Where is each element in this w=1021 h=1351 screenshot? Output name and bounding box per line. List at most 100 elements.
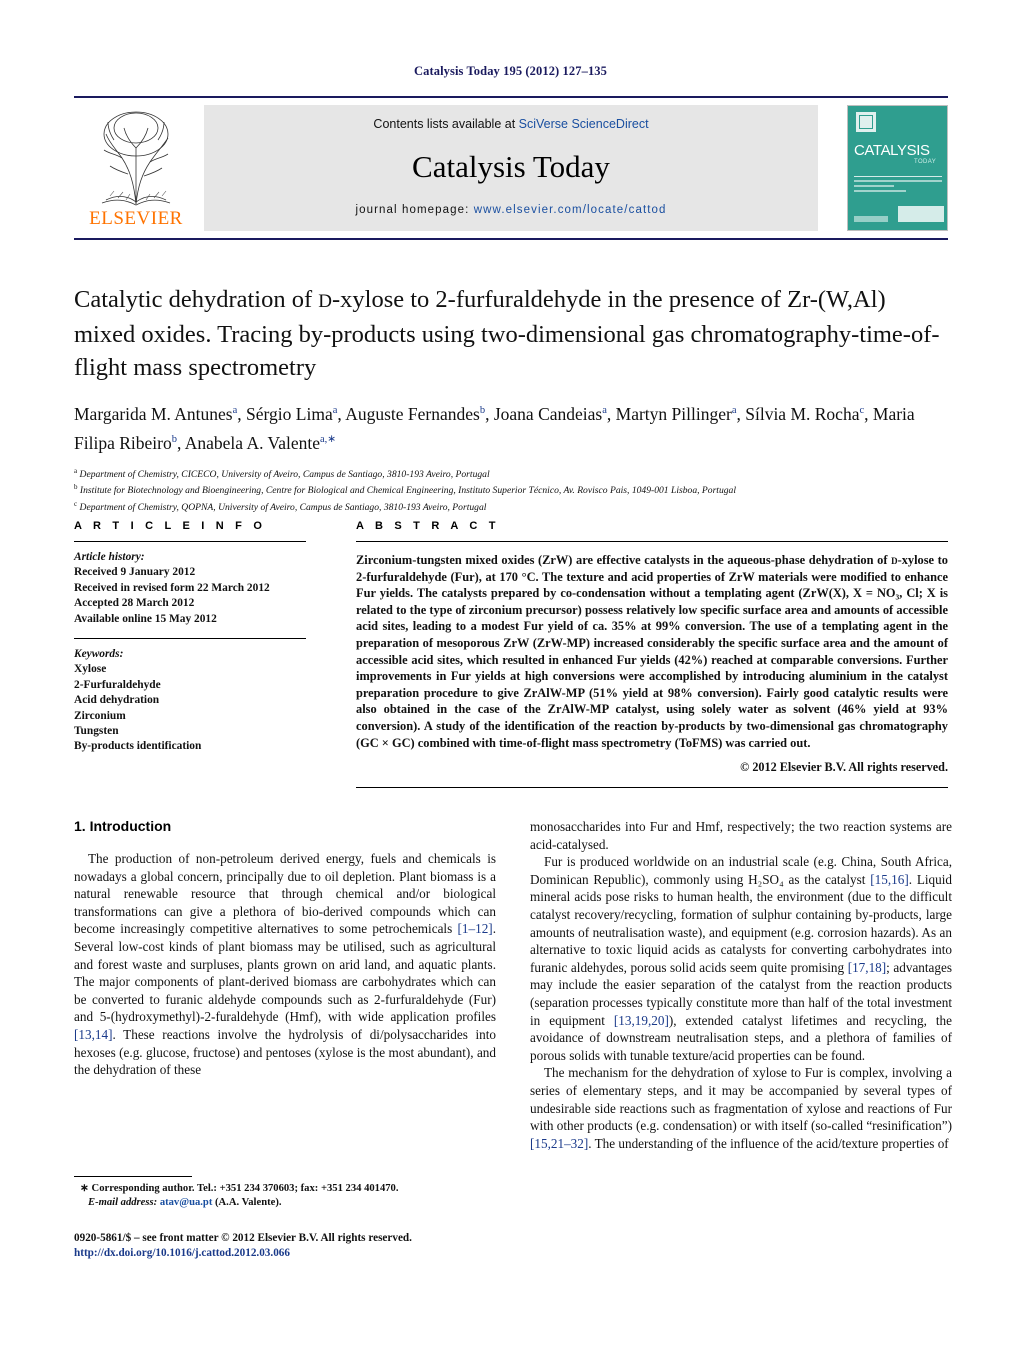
author-name: Martyn Pillinger: [615, 403, 732, 424]
author-name: Sérgio Lima: [246, 403, 333, 424]
abstract-divider: [356, 541, 948, 542]
imprint-block: 0920-5861/$ – see front matter © 2012 El…: [74, 1231, 574, 1260]
author-affil-marker: a,∗: [320, 433, 337, 445]
elsevier-tree-icon: [101, 111, 171, 206]
cover-footer-text: [854, 216, 888, 222]
keyword-list: Keywords: Xylose 2-Furfuraldehyde Acid d…: [74, 647, 306, 755]
affiliation-marker: b: [74, 483, 78, 492]
email-label: E-mail address:: [88, 1197, 158, 1209]
elsevier-logo: ELSEVIER: [76, 104, 196, 232]
journal-masthead: ELSEVIER Contents lists available at Sci…: [74, 96, 948, 240]
homepage-url-link[interactable]: www.elsevier.com/locate/cattod: [474, 204, 667, 216]
author-sep: ,: [736, 403, 741, 424]
cover-text-lines: [854, 180, 942, 195]
keyword-item: Acid dehydration: [74, 694, 160, 707]
affiliation-marker: a: [74, 466, 78, 475]
author-sep: ,: [606, 403, 612, 424]
title-part-1: Catalytic dehydration of: [74, 286, 319, 313]
citation-link[interactable]: [17,18]: [848, 960, 886, 975]
keyword-item: Tungsten: [74, 725, 119, 738]
journal-homepage-line: journal homepage: www.elsevier.com/locat…: [204, 204, 818, 216]
history-item: Available online 15 May 2012: [74, 612, 217, 625]
footnote-block: ∗ Corresponding author. Tel.: +351 234 3…: [74, 1182, 504, 1211]
homepage-prefix: journal homepage:: [355, 204, 474, 216]
author[interactable]: Joana Candeiasa,: [494, 404, 611, 424]
citation-link[interactable]: [1–12]: [458, 921, 493, 936]
footnote-divider: [74, 1176, 192, 1177]
article-info-heading: A R T I C L E I N F O: [74, 520, 267, 532]
history-item: Received in revised form 22 March 2012: [74, 581, 270, 594]
history-item: Accepted 28 March 2012: [74, 597, 195, 610]
author-sep: ,: [485, 403, 490, 424]
author[interactable]: Anabela A. Valentea,∗: [185, 433, 336, 453]
author-name: Anabela A. Valente: [184, 432, 321, 453]
masthead-band: Contents lists available at SciVerse Sci…: [204, 105, 818, 231]
article-history: Article history: Received 9 January 2012…: [74, 550, 306, 627]
title-part-2: -xylose to 2-furfuraldehyde in the prese…: [331, 286, 781, 313]
affiliation-text: Department of Chemistry, CICECO, Univers…: [79, 468, 490, 480]
cover-elsevier-mini-icon: [856, 112, 876, 132]
corresponding-marker: ∗: [80, 1183, 89, 1194]
citation-link[interactable]: [15,16]: [870, 872, 908, 887]
paragraph: The production of non-petroleum derived …: [74, 851, 496, 1078]
author[interactable]: Sérgio Limaa,: [246, 404, 342, 424]
body-column-left: 1. Introduction The production of non-pe…: [74, 818, 496, 1079]
author[interactable]: Martyn Pillingera,: [616, 404, 741, 424]
keyword-item: 2-Furfuraldehyde: [74, 678, 161, 691]
contents-available-line: Contents lists available at SciVerse Sci…: [204, 117, 818, 131]
smallcap-d: d: [891, 553, 898, 567]
section-heading-introduction: 1. Introduction: [74, 818, 172, 834]
paragraph: The mechanism for the dehydration of xyl…: [530, 1065, 952, 1151]
author[interactable]: Auguste Fernandesb,: [345, 404, 489, 424]
citation-link[interactable]: [15,21–32]: [530, 1136, 588, 1151]
contents-prefix: Contents lists available at: [373, 117, 519, 131]
email-link[interactable]: atav@ua.pt: [160, 1197, 213, 1208]
journal-cover-thumbnail[interactable]: CATALYSIS TODAY: [847, 105, 948, 231]
affiliation-text: Department of Chemistry, QOPNA, Universi…: [79, 502, 487, 514]
journal-title: Catalysis Today: [412, 149, 610, 184]
corresponding-text: Corresponding author. Tel.: +351 234 370…: [91, 1183, 399, 1194]
email-owner: (A.A. Valente).: [215, 1197, 282, 1209]
doi-link[interactable]: http://dx.doi.org/10.1016/j.cattod.2012.…: [74, 1246, 574, 1261]
author-sep: ,: [176, 432, 182, 453]
sciencedirect-link[interactable]: SciVerse ScienceDirect: [519, 117, 649, 131]
keyword-item: Zirconium: [74, 709, 126, 722]
citation-link[interactable]: [13,19,20]: [614, 1013, 669, 1028]
author-sep: ,: [864, 403, 869, 424]
article-page: Catalysis Today 195 (2012) 127–135 ELSEV…: [0, 0, 1021, 1351]
copyright-line: © 2012 Elsevier B.V. All rights reserved…: [740, 760, 948, 775]
affiliation: b Institute for Biotechnology and Bioeng…: [74, 481, 950, 498]
abstract-text: Zirconium-tungsten mixed oxides (ZrW) ar…: [356, 553, 948, 750]
author-sep: ,: [237, 403, 242, 424]
article-info-panel: A R T I C L E I N F O Article history: R…: [74, 520, 306, 755]
keyword-item: By-products identification: [74, 740, 202, 753]
author-name: Auguste Fernandes: [345, 403, 480, 424]
abstract-panel: A B S T R A C T Zirconium-tungsten mixed…: [356, 520, 948, 789]
email-note: E-mail address: atav@ua.pt (A.A. Valente…: [74, 1196, 504, 1210]
corresponding-author-note: ∗ Corresponding author. Tel.: +351 234 3…: [74, 1182, 504, 1196]
cover-title: CATALYSIS: [854, 142, 930, 159]
affiliation: a Department of Chemistry, CICECO, Unive…: [74, 465, 950, 482]
citation-link[interactable]: [13,14]: [74, 1027, 112, 1042]
affiliation-marker: c: [74, 500, 78, 509]
author-name: Sílvia M. Rocha: [745, 403, 860, 424]
keyword-item: Xylose: [74, 663, 107, 676]
body-column-right: monosaccharides into Fur and Hmf, respec…: [530, 818, 952, 1152]
paragraph: monosaccharides into Fur and Hmf, respec…: [530, 819, 952, 852]
page-title: Catalytic dehydration of d-xylose to 2-f…: [74, 283, 950, 384]
affiliation-text: Institute for Biotechnology and Bioengin…: [79, 485, 737, 497]
abstract-bottom-divider: [356, 787, 948, 789]
cover-partner-logo: [898, 206, 944, 222]
author[interactable]: Margarida M. Antunesa,: [74, 404, 242, 424]
title-smallcap-d: d: [318, 291, 332, 312]
affiliation-list: a Department of Chemistry, CICECO, Unive…: [74, 465, 950, 515]
keywords-label: Keywords:: [74, 648, 124, 661]
author-sep: ,: [337, 403, 342, 424]
history-item: Received 9 January 2012: [74, 566, 196, 579]
affiliation: c Department of Chemistry, QOPNA, Univer…: [74, 498, 950, 515]
author[interactable]: Sílvia M. Rochac,: [745, 404, 868, 424]
author-name: Joana Candeias: [493, 403, 603, 424]
author-name: Margarida M. Antunes: [74, 403, 233, 424]
elsevier-wordmark: ELSEVIER: [89, 208, 183, 229]
title-block: Catalytic dehydration of d-xylose to 2-f…: [74, 283, 950, 515]
